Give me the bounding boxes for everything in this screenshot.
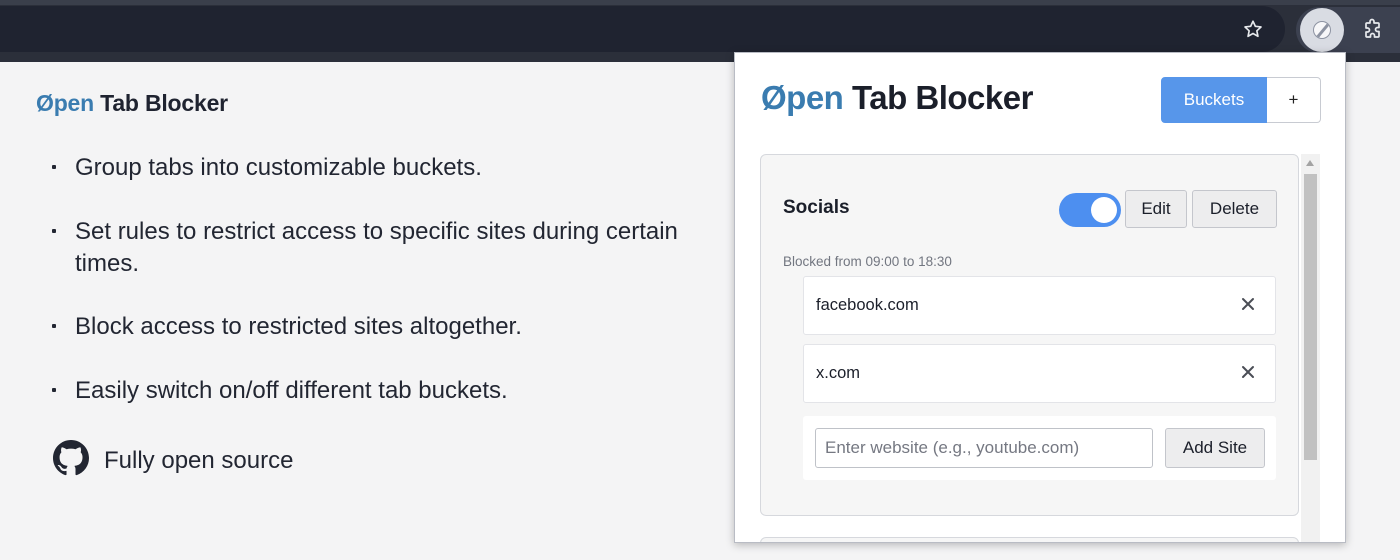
- landing-title-brand: Øpen: [36, 90, 94, 116]
- tab-strip-edge: [0, 0, 1400, 5]
- close-icon[interactable]: [1237, 361, 1259, 383]
- feature-text: Group tabs into customizable buckets.: [75, 154, 482, 181]
- delete-button[interactable]: Delete: [1192, 190, 1277, 228]
- puzzle-icon[interactable]: [1356, 12, 1390, 46]
- feature-item: Block access to restricted sites altoget…: [52, 311, 692, 343]
- bullet: [52, 324, 56, 328]
- toggle-knob: [1091, 197, 1117, 223]
- star-icon[interactable]: [1236, 12, 1270, 46]
- popup-title-brand: Øpen: [761, 79, 844, 116]
- landing-title: Øpen Tab Blocker: [36, 90, 228, 117]
- open-source-label: Fully open source: [104, 446, 294, 474]
- popup-title-rest: Tab Blocker: [843, 79, 1033, 116]
- buckets-tab[interactable]: Buckets: [1161, 77, 1267, 123]
- bucket-card: [760, 537, 1299, 542]
- add-bucket-button[interactable]: +: [1267, 77, 1321, 123]
- address-bar[interactable]: [0, 6, 1285, 52]
- scroll-up-arrow-icon[interactable]: [1306, 160, 1314, 166]
- site-row: x.com: [803, 344, 1276, 403]
- popup-title: Øpen Tab Blocker: [761, 79, 1033, 117]
- site-label: x.com: [816, 364, 861, 382]
- bullet: [52, 229, 56, 233]
- schedule-text: Blocked from 09:00 to 18:30: [783, 254, 952, 269]
- feature-item: Group tabs into customizable buckets.: [52, 152, 692, 184]
- edit-button[interactable]: Edit: [1125, 190, 1187, 228]
- close-icon[interactable]: [1237, 293, 1259, 315]
- add-site-form: Add Site: [803, 416, 1276, 480]
- bullet: [52, 165, 56, 169]
- feature-text: Block access to restricted sites altoget…: [75, 313, 522, 340]
- bucket-name: Socials: [783, 197, 850, 218]
- feature-text: Set rules to restrict access to specific…: [75, 218, 678, 277]
- extension-popup: Øpen Tab Blocker Buckets + Socials Edit …: [734, 52, 1346, 543]
- tab-blocker-extension-icon[interactable]: [1300, 8, 1344, 52]
- add-site-button[interactable]: Add Site: [1165, 428, 1265, 468]
- bucket-enabled-toggle[interactable]: [1059, 193, 1121, 227]
- bullet: [52, 388, 56, 392]
- site-row: facebook.com: [803, 276, 1276, 335]
- feature-text: Easily switch on/off different tab bucke…: [75, 377, 508, 404]
- feature-item: Easily switch on/off different tab bucke…: [52, 375, 692, 407]
- open-source-link[interactable]: Fully open source: [53, 440, 293, 481]
- bucket-card: Socials Edit Delete Blocked from 09:00 t…: [760, 154, 1299, 516]
- scrollbar[interactable]: [1301, 154, 1320, 542]
- github-icon: [53, 440, 89, 481]
- feature-item: Set rules to restrict access to specific…: [52, 216, 692, 280]
- site-label: facebook.com: [816, 296, 919, 314]
- website-input[interactable]: [815, 428, 1153, 468]
- feature-list: Group tabs into customizable buckets. Se…: [52, 152, 692, 439]
- scroll-thumb[interactable]: [1304, 174, 1317, 460]
- view-switcher: Buckets +: [1161, 77, 1321, 123]
- landing-title-rest: Tab Blocker: [93, 90, 228, 116]
